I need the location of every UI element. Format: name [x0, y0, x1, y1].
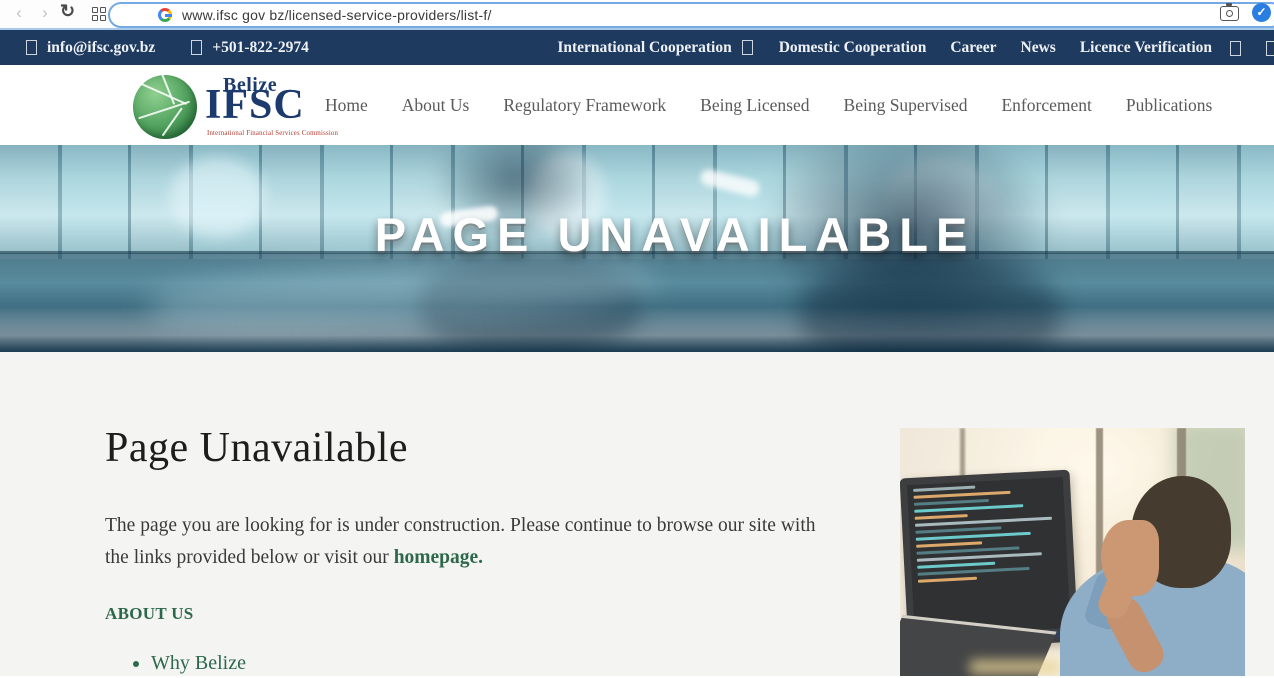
- nav-regulatory-framework[interactable]: Regulatory Framework: [503, 95, 666, 116]
- body-paragraph: The page you are looking for is under co…: [105, 510, 850, 574]
- ifsc-logo[interactable]: Belize IFSC International Financial Serv…: [133, 66, 338, 140]
- topnav-licence-verification[interactable]: Licence Verification: [1080, 39, 1212, 57]
- email-link[interactable]: info@ifsc.gov.bz: [24, 39, 155, 57]
- about-us-links: Why Belize: [125, 648, 246, 678]
- phone-text: +501-822-2974: [212, 38, 309, 56]
- developer-photo: [900, 428, 1245, 676]
- nav-being-supervised[interactable]: Being Supervised: [844, 95, 968, 116]
- logo-acronym: IFSC: [205, 82, 305, 128]
- list-item: Why Belize: [151, 648, 246, 678]
- nav-publications[interactable]: Publications: [1126, 95, 1213, 116]
- banner-title: PAGE UNAVAILABLE: [374, 208, 976, 261]
- phone-icon: [191, 40, 203, 55]
- url-text[interactable]: www.ifsc gov bz/licensed-service-provide…: [182, 7, 492, 23]
- site-header: Belize IFSC International Financial Serv…: [0, 65, 1274, 145]
- utility-bar: info@ifsc.gov.bz +501-822-2974 Internati…: [0, 30, 1274, 65]
- google-favicon: [158, 8, 172, 22]
- body-text-line1: The page you are looking for is under co…: [105, 515, 816, 536]
- camera-icon[interactable]: [1220, 3, 1239, 21]
- clipped-edge-icon: [1266, 41, 1274, 56]
- page-title: Page Unavailable: [105, 425, 409, 471]
- security-check-icon[interactable]: ✓: [1252, 3, 1271, 22]
- why-belize-link[interactable]: Why Belize: [151, 652, 246, 674]
- apps-grid-icon[interactable]: [92, 7, 106, 21]
- main-nav: Home About Us Regulatory Framework Being…: [325, 65, 1212, 145]
- reload-icon[interactable]: ↻: [60, 1, 75, 22]
- topnav-domestic-cooperation[interactable]: Domestic Cooperation: [779, 39, 927, 57]
- floor-reflection: [800, 265, 1060, 352]
- phone-link[interactable]: +501-822-2974: [189, 39, 309, 57]
- nav-enforcement[interactable]: Enforcement: [1001, 95, 1091, 116]
- email-text: info@ifsc.gov.bz: [47, 38, 156, 56]
- nav-about-us[interactable]: About Us: [402, 95, 470, 116]
- topnav-news[interactable]: News: [1021, 39, 1056, 57]
- keyboard-glow: [970, 660, 1060, 674]
- nav-being-licensed[interactable]: Being Licensed: [700, 95, 809, 116]
- topnav-international-cooperation[interactable]: International Cooperation: [557, 39, 754, 57]
- page-content: Page Unavailable The page you are lookin…: [0, 352, 1274, 676]
- browser-toolbar: ‹ › ↻ www.ifsc gov bz/licensed-service-p…: [0, 0, 1274, 30]
- back-icon[interactable]: ‹: [8, 3, 30, 23]
- logo-tagline: International Financial Services Commiss…: [207, 130, 339, 137]
- globe-icon: [133, 66, 197, 139]
- address-bar[interactable]: www.ifsc gov bz/licensed-service-provide…: [108, 2, 1274, 28]
- dropdown-caret-icon: [741, 40, 753, 55]
- nav-home[interactable]: Home: [325, 95, 368, 116]
- topnav-label: International Cooperation: [557, 38, 732, 56]
- body-text-line2: the links provided below or visit our: [105, 547, 394, 568]
- search-icon[interactable]: [1230, 41, 1241, 56]
- envelope-icon: [26, 40, 37, 55]
- homepage-link[interactable]: homepage.: [394, 547, 483, 568]
- topnav-career[interactable]: Career: [950, 39, 996, 57]
- about-us-heading: ABOUT US: [105, 604, 194, 623]
- forward-icon[interactable]: ›: [34, 3, 56, 23]
- hero-banner: PAGE UNAVAILABLE: [0, 145, 1274, 352]
- code-screen: [906, 477, 1071, 636]
